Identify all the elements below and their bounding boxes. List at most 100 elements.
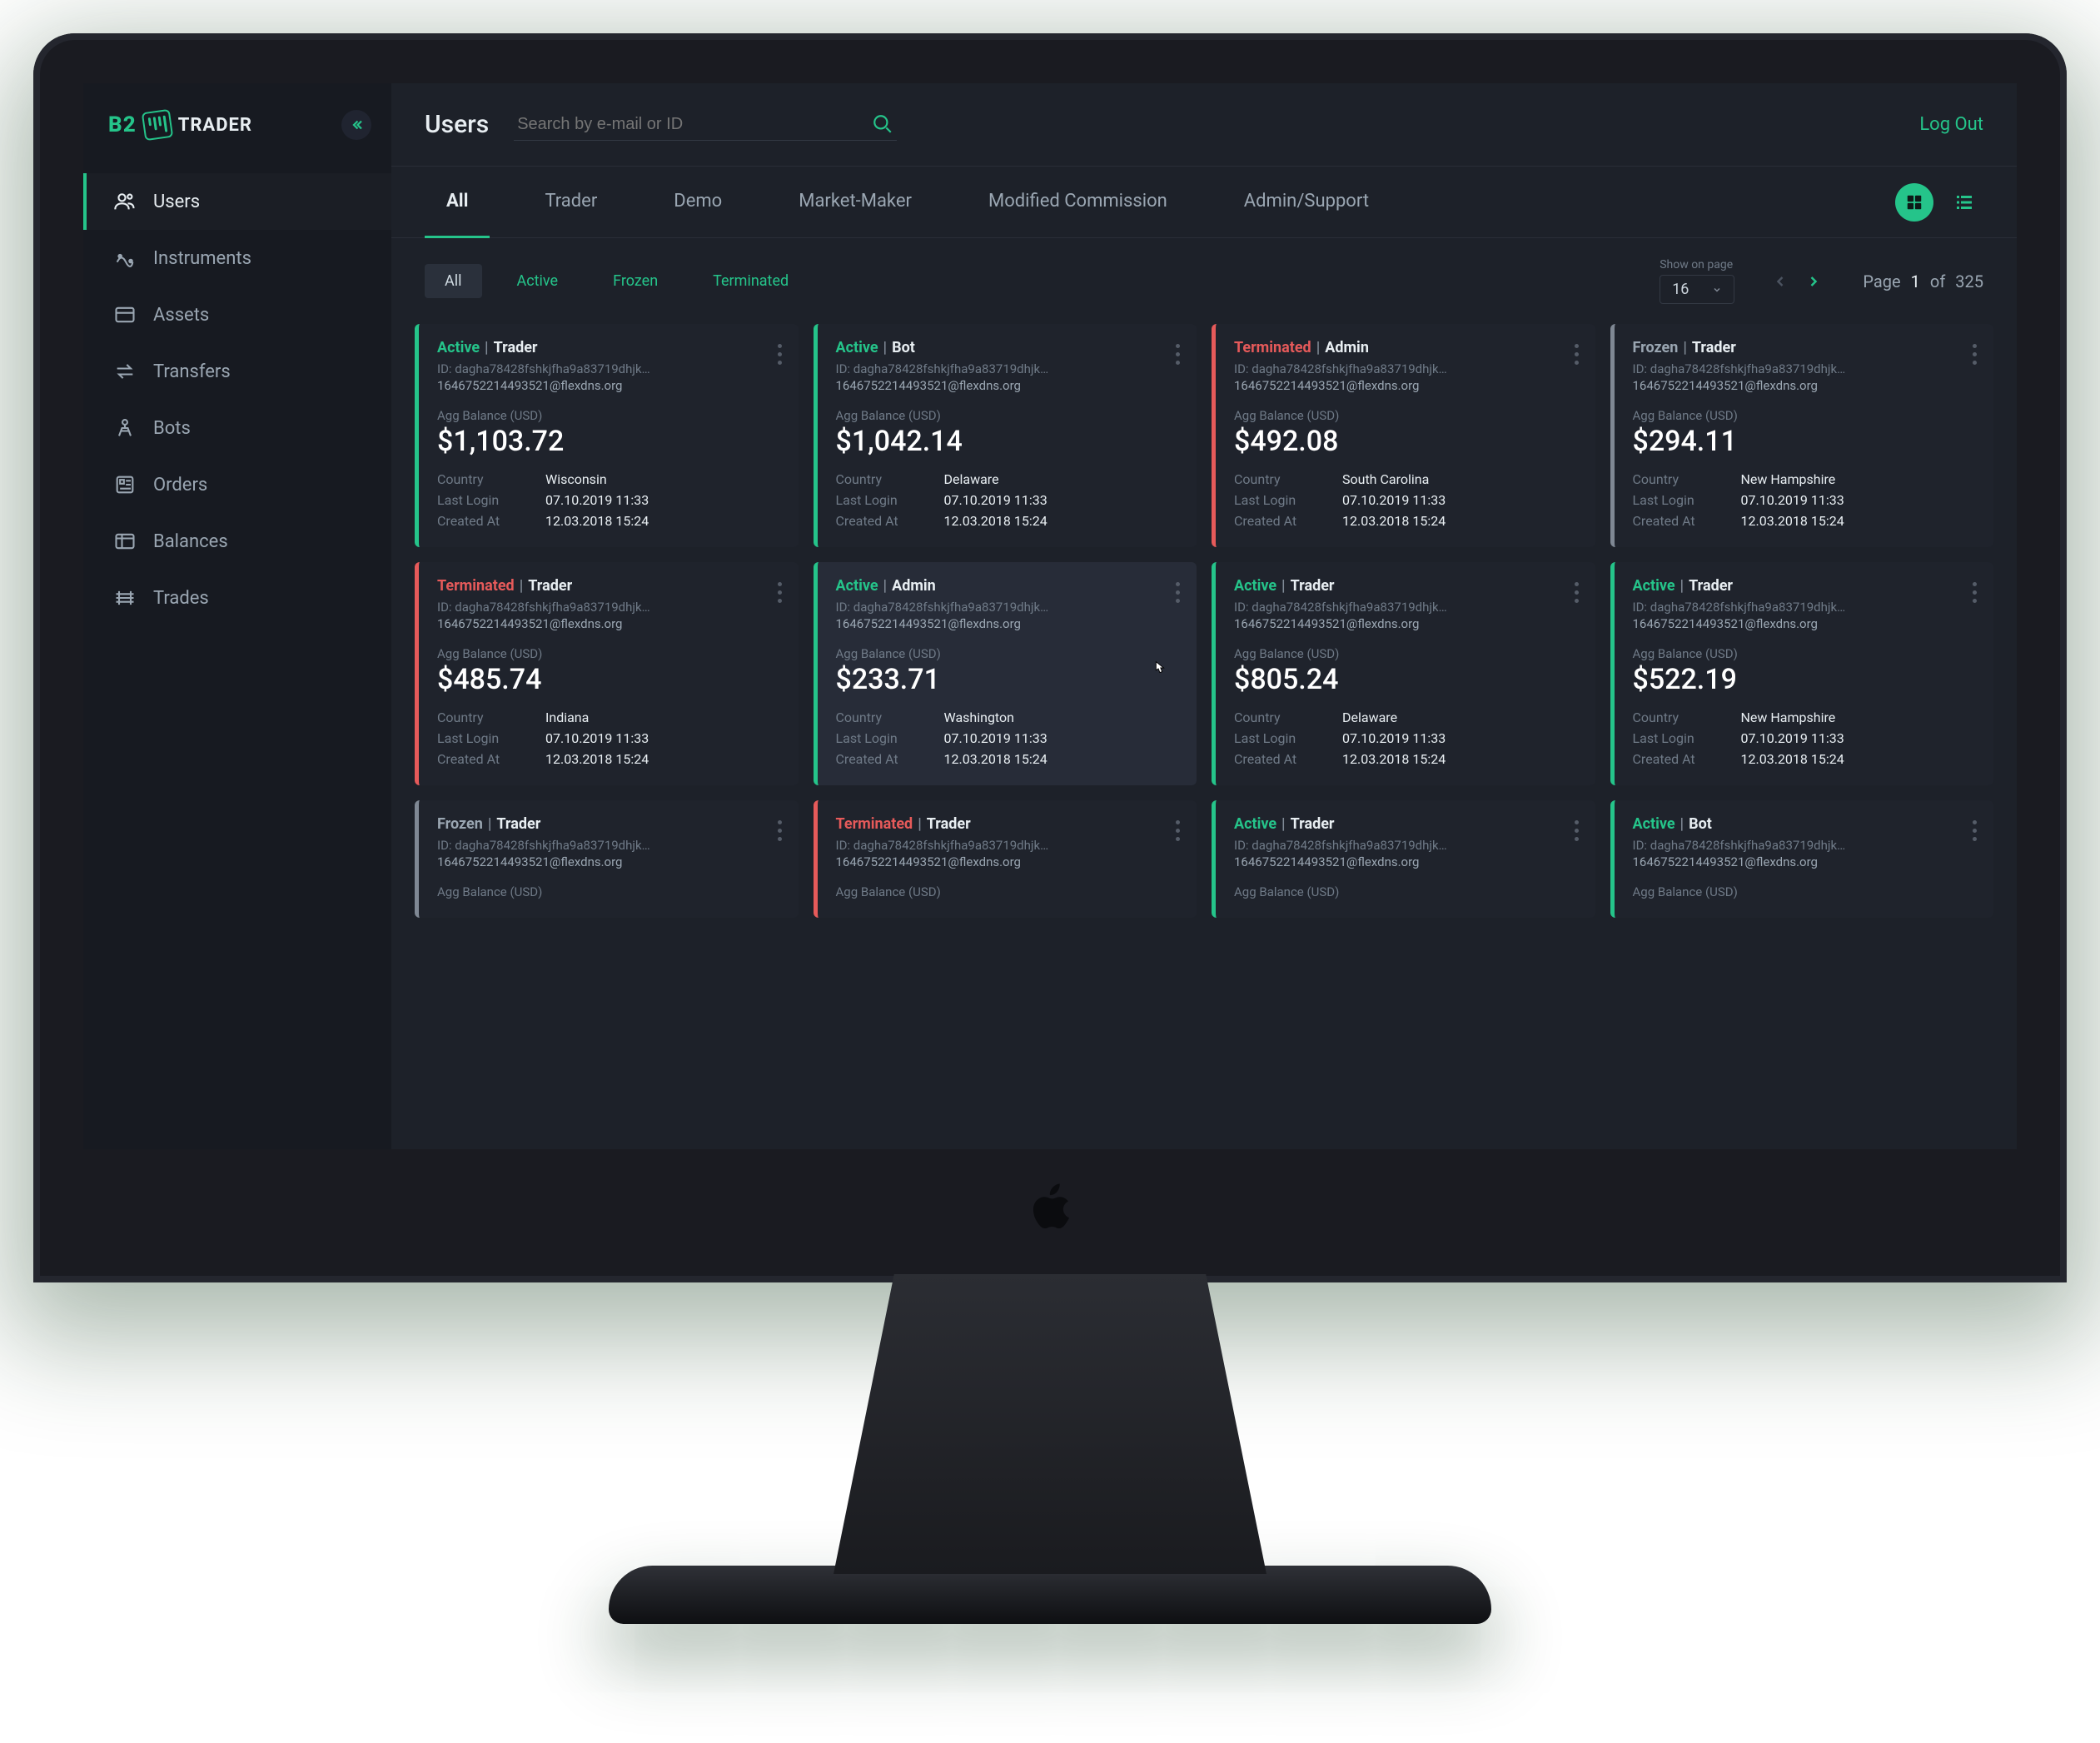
created-at-label: Created At [1234, 751, 1342, 767]
country-value: Delaware [1342, 710, 1397, 725]
card-menu-button[interactable] [1575, 815, 1579, 841]
user-status: Active|Trader [437, 339, 778, 356]
balance-label: Agg Balance (USD) [836, 884, 1181, 899]
card-menu-button[interactable] [1973, 577, 1977, 603]
filter-all[interactable]: All [425, 264, 482, 298]
view-list-button[interactable] [1945, 183, 1983, 222]
logout-link[interactable]: Log Out [1919, 114, 1983, 135]
sidebar-item-users[interactable]: Users [83, 173, 391, 230]
tab-demo[interactable]: Demo [652, 167, 744, 238]
search-field[interactable] [514, 108, 897, 141]
tab-trader[interactable]: Trader [523, 167, 619, 238]
sidebar-item-label: Assets [153, 305, 209, 326]
user-email: 1646752214493521@flexdns.org [1633, 616, 1973, 631]
page-prev-button[interactable] [1768, 269, 1793, 294]
trades-icon [113, 586, 137, 610]
last-login-label: Last Login [836, 730, 944, 746]
user-id: ID: dagha78428fshkjfha9a83719dhjk… [836, 838, 1119, 853]
page-size-select[interactable]: 16 [1660, 275, 1734, 304]
user-card[interactable]: Active|AdminID: dagha78428fshkjfha9a8371… [814, 562, 1197, 785]
filter-active[interactable]: Active [497, 264, 579, 298]
user-status: Terminated|Trader [836, 815, 1177, 833]
user-card[interactable]: Active|TraderID: dagha78428fshkjfha9a837… [1610, 562, 1994, 785]
page-next-button[interactable] [1801, 269, 1826, 294]
last-login-value: 07.10.2019 11:33 [1741, 492, 1844, 508]
card-menu-button[interactable] [1176, 815, 1180, 841]
view-grid-button[interactable] [1895, 183, 1933, 222]
sidebar-item-instruments[interactable]: Instruments [83, 230, 391, 286]
sidebar-item-label: Bots [153, 418, 191, 439]
user-status: Terminated|Trader [437, 577, 778, 595]
sidebar-item-bots[interactable]: Bots [83, 400, 391, 456]
apple-logo-icon [1025, 1183, 1075, 1241]
monitor-stand [834, 1274, 1266, 1574]
users-icon [113, 190, 137, 213]
card-menu-button[interactable] [1176, 339, 1180, 365]
last-login-value: 07.10.2019 11:33 [944, 492, 1048, 508]
created-at-value: 12.03.2018 15:24 [1342, 513, 1446, 529]
tab-modified-commission[interactable]: Modified Commission [967, 167, 1189, 238]
created-at-label: Created At [836, 513, 944, 529]
search-input[interactable] [517, 115, 872, 134]
last-login-value: 07.10.2019 11:33 [1342, 492, 1446, 508]
user-card[interactable]: Frozen|TraderID: dagha78428fshkjfha9a837… [415, 800, 799, 918]
created-at-value: 12.03.2018 15:24 [1741, 513, 1844, 529]
chevron-down-icon [1712, 285, 1722, 295]
search-icon[interactable] [872, 113, 893, 135]
filter-terminated[interactable]: Terminated [693, 264, 809, 298]
user-id: ID: dagha78428fshkjfha9a83719dhjk… [1234, 600, 1517, 615]
user-card[interactable]: Active|TraderID: dagha78428fshkjfha9a837… [1212, 562, 1595, 785]
country-value: Washington [944, 710, 1014, 725]
sidebar-item-trades[interactable]: Trades [83, 570, 391, 626]
tab-admin-support[interactable]: Admin/Support [1222, 167, 1391, 238]
country-label: Country [836, 471, 944, 487]
card-menu-button[interactable] [1176, 577, 1180, 603]
sidebar-collapse-button[interactable] [341, 110, 371, 140]
balance-value: $492.08 [1234, 425, 1579, 458]
user-card[interactable]: Active|BotID: dagha78428fshkjfha9a83719d… [1610, 800, 1994, 918]
card-menu-button[interactable] [1973, 339, 1977, 365]
tab-market-maker[interactable]: Market-Maker [777, 167, 933, 238]
created-at-value: 12.03.2018 15:24 [545, 513, 649, 529]
country-value: New Hampshire [1741, 471, 1836, 487]
tab-all[interactable]: All [425, 167, 490, 238]
card-menu-button[interactable] [1575, 577, 1579, 603]
user-card[interactable]: Terminated|Trader ID: dagha78428fshkjfha9… [814, 800, 1197, 918]
users-grid: Active|Trader ID: dagha78428fshkjfha9a837… [391, 324, 2017, 918]
user-status: Frozen|Trader [1633, 339, 1973, 356]
filter-frozen[interactable]: Frozen [593, 264, 678, 298]
user-card[interactable]: Terminated|TraderID: dagha78428fshkjfha9… [415, 562, 799, 785]
card-menu-button[interactable] [778, 815, 782, 841]
user-card[interactable]: Active|BotID: dagha78428fshkjfha9a83719d… [814, 324, 1197, 547]
sidebar-item-assets[interactable]: Assets [83, 286, 391, 343]
country-label: Country [836, 710, 944, 725]
card-menu-button[interactable] [778, 577, 782, 603]
user-email: 1646752214493521@flexdns.org [437, 378, 778, 393]
sidebar-item-orders[interactable]: Orders [83, 456, 391, 513]
last-login-value: 07.10.2019 11:33 [545, 492, 649, 508]
created-at-label: Created At [1633, 751, 1741, 767]
card-menu-button[interactable] [1575, 339, 1579, 365]
user-card[interactable]: Active|TraderID: dagha78428fshkjfha9a837… [415, 324, 799, 547]
monitor-base [609, 1566, 1491, 1624]
balance-value: $1,042.14 [836, 425, 1181, 458]
user-status: Active|Bot [1633, 815, 1973, 833]
country-label: Country [1633, 471, 1741, 487]
balance-label: Agg Balance (USD) [1234, 884, 1579, 899]
country-label: Country [437, 710, 545, 725]
balance-label: Agg Balance (USD) [836, 646, 1181, 661]
country-value: Wisconsin [545, 471, 607, 487]
sidebar-item-balances[interactable]: Balances [83, 513, 391, 570]
sidebar-item-transfers[interactable]: Transfers [83, 343, 391, 400]
user-id: ID: dagha78428fshkjfha9a83719dhjk… [1234, 838, 1517, 853]
last-login-label: Last Login [836, 492, 944, 508]
user-id: ID: dagha78428fshkjfha9a83719dhjk… [836, 361, 1119, 376]
country-label: Country [1234, 471, 1342, 487]
user-card[interactable]: Active|TraderID: dagha78428fshkjfha9a837… [1212, 800, 1595, 918]
user-card[interactable]: Frozen|TraderID: dagha78428fshkjfha9a837… [1610, 324, 1994, 547]
user-id: ID: dagha78428fshkjfha9a83719dhjk… [437, 838, 720, 853]
card-menu-button[interactable] [1973, 815, 1977, 841]
card-menu-button[interactable] [778, 339, 782, 365]
user-card[interactable]: Terminated|AdminID: dagha78428fshkjfha9a… [1212, 324, 1595, 547]
sidebar-item-label: Balances [153, 531, 228, 552]
